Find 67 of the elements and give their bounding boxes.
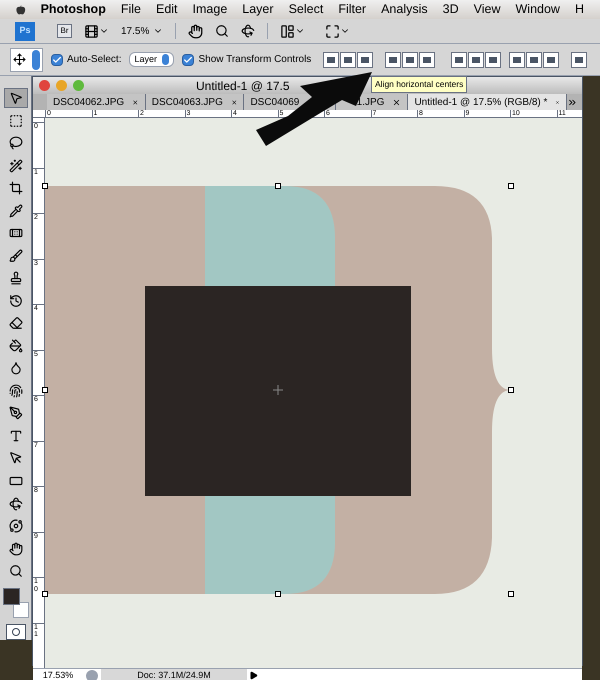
document-tab[interactable]: DSC04062.JPG (47, 94, 146, 110)
menu-item[interactable]: Analysis (381, 0, 428, 19)
menu-item[interactable]: Image (192, 0, 228, 19)
crosshair-icon (273, 385, 283, 395)
quick-mask-icon[interactable] (6, 624, 26, 640)
document-size[interactable]: Doc: 37.1M/24.9M (101, 669, 247, 680)
screen-mode-icon[interactable] (325, 24, 340, 38)
align-icon[interactable] (571, 52, 588, 68)
move-tool-icon[interactable] (4, 88, 28, 108)
checkbox[interactable] (182, 54, 194, 66)
close-tab-icon[interactable] (132, 98, 139, 106)
close-tab-icon[interactable] (392, 98, 402, 106)
align-icon[interactable] (357, 52, 374, 68)
transform-handle[interactable] (275, 183, 281, 189)
window-title: Untitled-1 @ 17.5 (196, 78, 290, 94)
document-tab[interactable]: Untitled-1 @ 17.5% (RGB/8) * (408, 94, 568, 110)
transform-handle[interactable] (42, 387, 48, 393)
arrange-icon[interactable] (280, 24, 296, 38)
hand-icon[interactable] (188, 24, 204, 38)
foreground-background-swatch[interactable] (2, 588, 28, 618)
auto-select-label: Auto-Select: (67, 53, 122, 67)
br-button[interactable]: Br (57, 24, 72, 38)
transform-handle[interactable] (275, 591, 281, 597)
tool-preset-picker[interactable] (10, 48, 43, 72)
align-icon[interactable] (340, 52, 356, 68)
align-icon[interactable] (485, 52, 502, 68)
checkbox[interactable] (51, 54, 63, 66)
menu-item[interactable]: Edit (156, 0, 178, 19)
apple-icon[interactable] (16, 2, 26, 16)
align-icon[interactable] (385, 52, 402, 68)
tooltip: Align horizontal centers (371, 76, 468, 93)
transform-handle[interactable] (42, 591, 48, 597)
transform-handle[interactable] (508, 183, 514, 189)
transform-handle[interactable] (508, 387, 514, 393)
close-tab-icon[interactable] (230, 98, 238, 106)
menu-item[interactable]: 3D (442, 0, 459, 19)
menu-item[interactable]: H (574, 0, 584, 19)
app-name[interactable]: Photoshop (40, 0, 106, 19)
zoom-level: 17.53% (42, 668, 74, 680)
menu-item[interactable]: File (120, 0, 141, 19)
transform-handle[interactable] (508, 591, 514, 597)
menu-item[interactable]: Filter (338, 0, 366, 19)
zoom-dropdown[interactable]: 17.5% (121, 24, 164, 38)
status-icon[interactable] (86, 670, 98, 680)
more-tabs-icon[interactable] (567, 97, 578, 108)
close-window-icon[interactable] (39, 80, 50, 91)
show-transform-label: Show Transform Controls (198, 53, 312, 67)
document-tab[interactable]: DSC04063.JPG (146, 94, 244, 110)
view-extras-icon[interactable] (84, 24, 99, 38)
align-icon[interactable] (419, 52, 436, 68)
transform-handle[interactable] (42, 183, 48, 189)
menu-item[interactable]: Select (288, 0, 324, 19)
menu-item[interactable]: View (474, 0, 500, 19)
align-icon[interactable] (402, 52, 418, 68)
align-icon[interactable] (509, 52, 526, 68)
align-icon[interactable] (526, 52, 542, 68)
align-icon[interactable] (468, 52, 484, 68)
search-icon[interactable] (215, 24, 230, 38)
status-menu-icon[interactable] (249, 671, 258, 680)
align-icon[interactable] (323, 52, 340, 68)
align-icon[interactable] (451, 52, 468, 68)
move-tool-icon[interactable] (13, 53, 26, 66)
menu-item[interactable]: Window (516, 0, 560, 19)
layer-dropdown[interactable]: Layer (129, 52, 174, 67)
menu-item[interactable]: Layer (242, 0, 274, 19)
rotate-view-icon[interactable] (241, 24, 256, 38)
align-icon[interactable] (543, 52, 560, 68)
